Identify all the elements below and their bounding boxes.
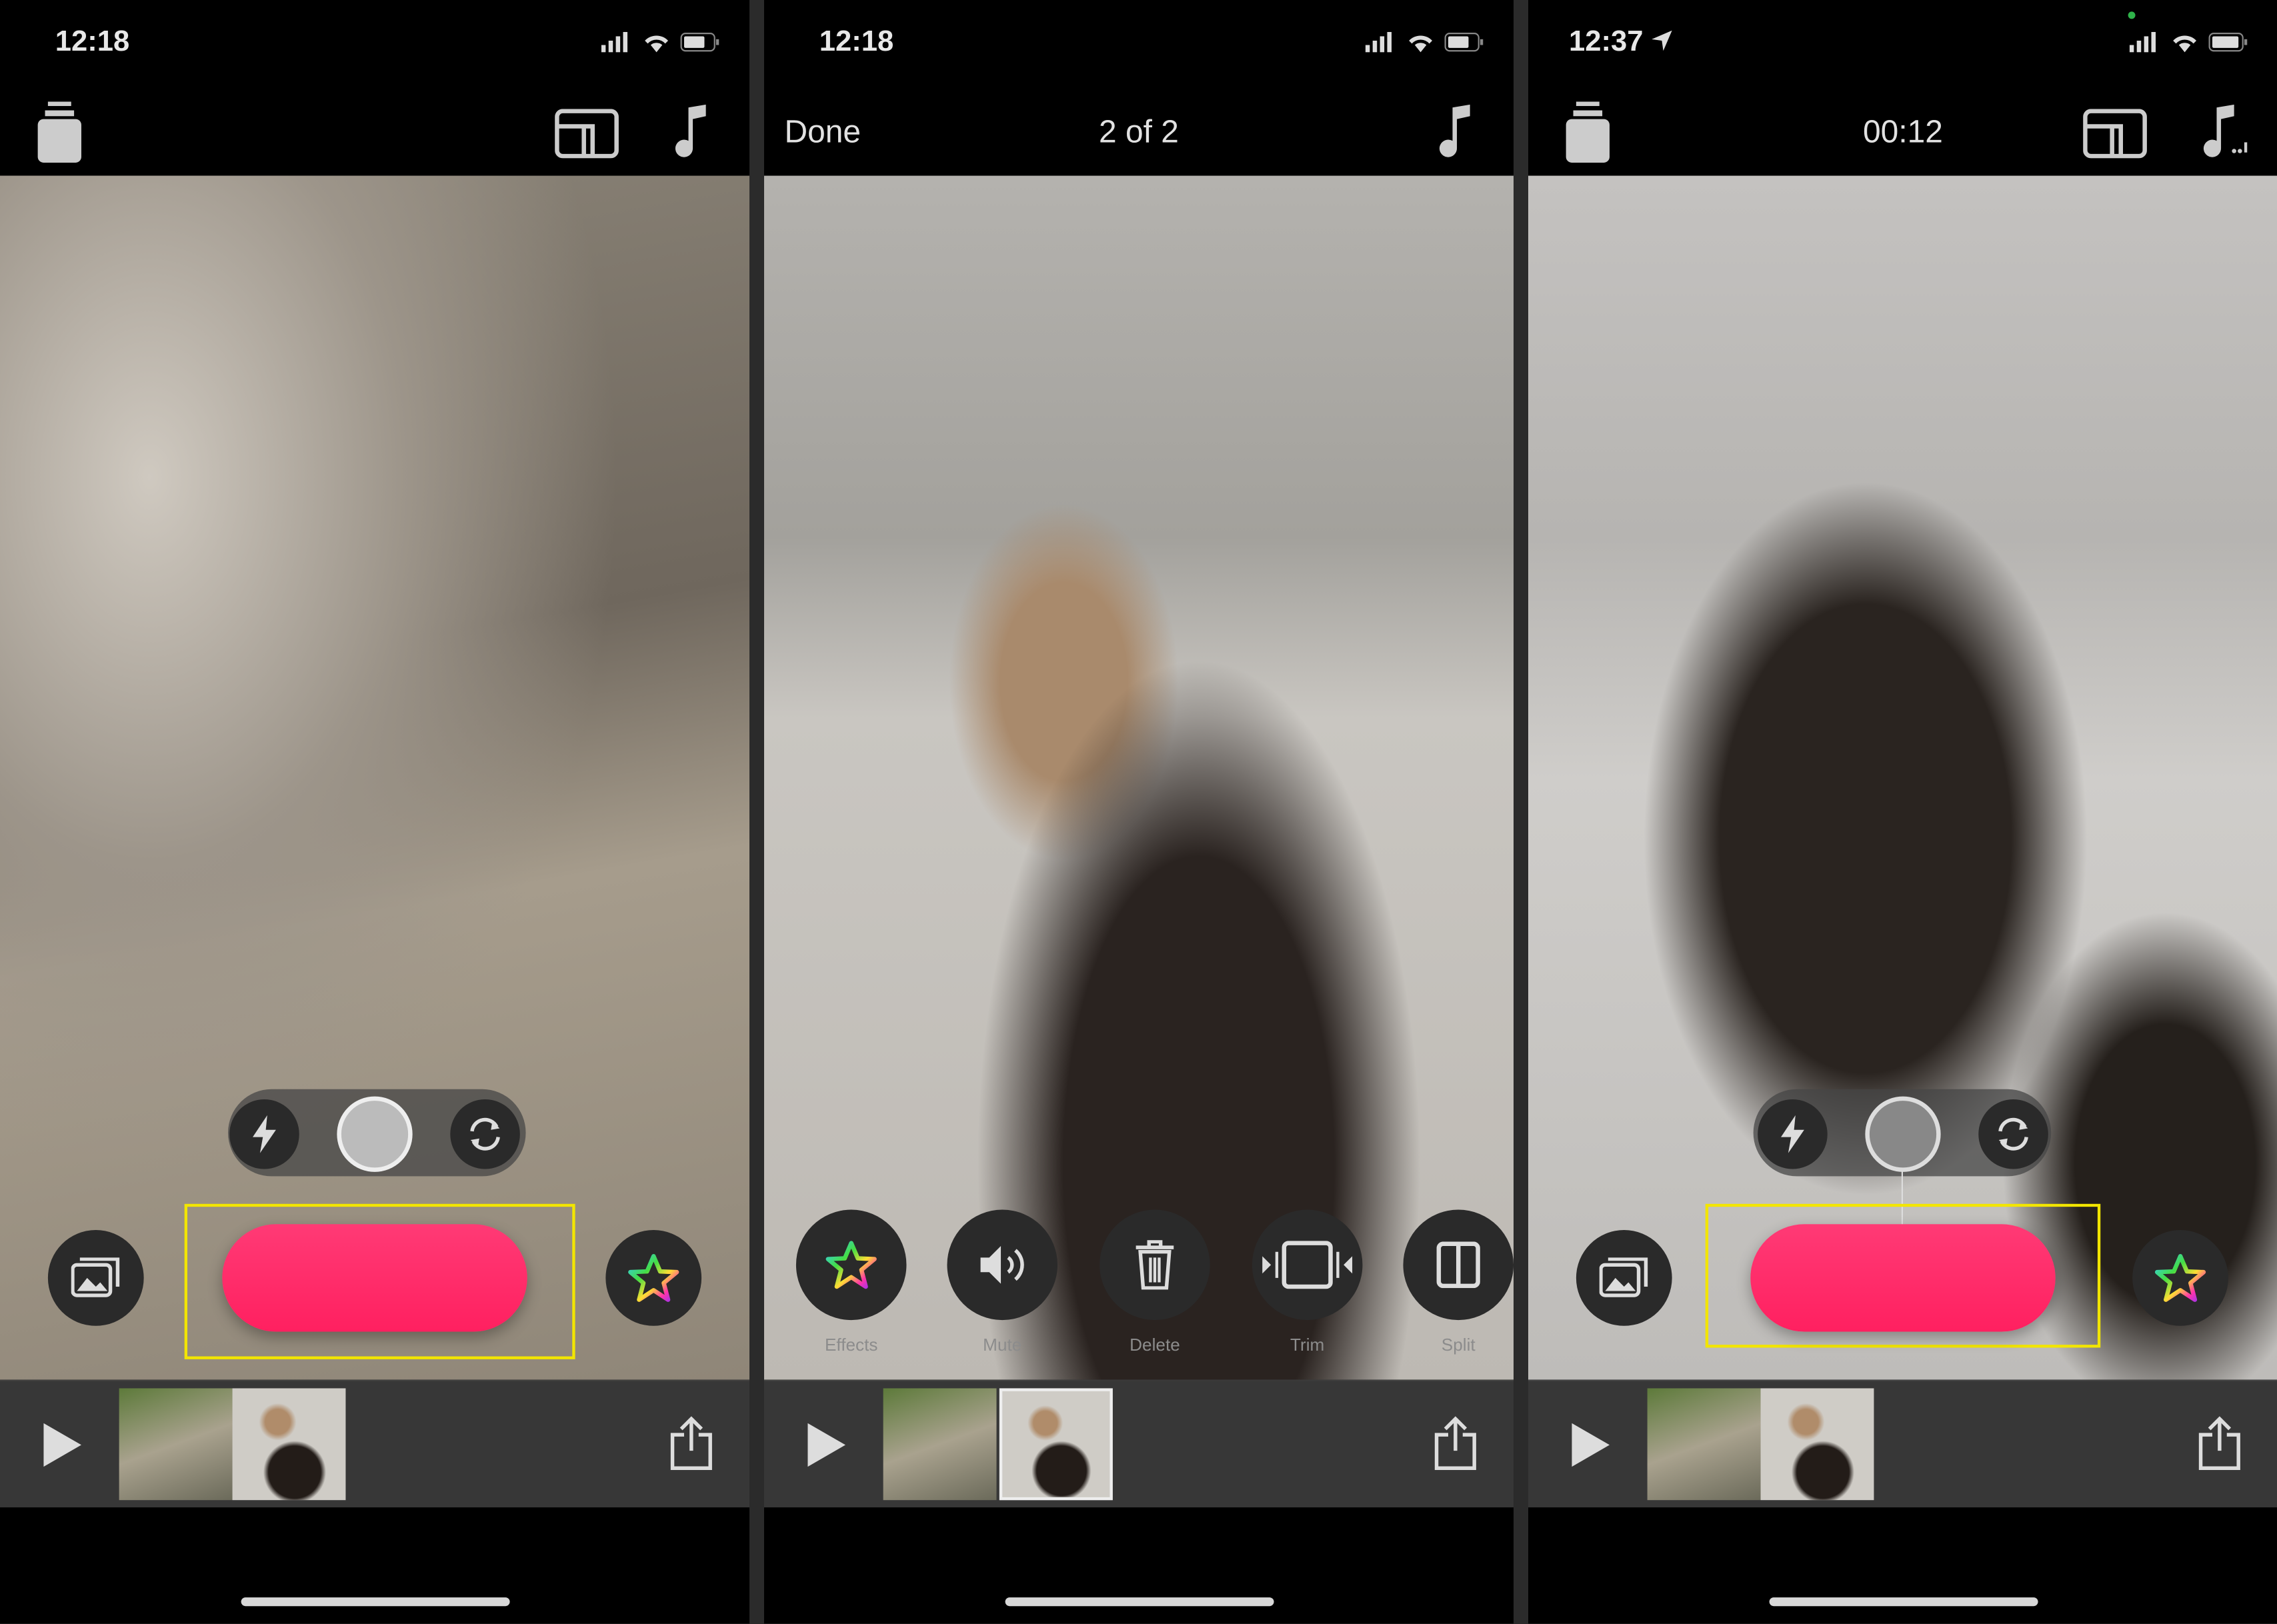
battery-icon	[1444, 33, 1484, 52]
battery-icon	[680, 33, 719, 52]
status-time: 12:18	[55, 26, 130, 59]
rotate-camera-icon	[470, 1117, 500, 1151]
split-icon	[1436, 1241, 1480, 1289]
signal-icon	[601, 31, 628, 53]
wifi-icon	[1409, 35, 1433, 53]
effects-button[interactable]	[2132, 1230, 2228, 1326]
timeline-strip	[1528, 1379, 2277, 1508]
music-button[interactable]	[1435, 104, 1473, 167]
home-indicator	[1005, 1597, 1274, 1607]
mute-action-button[interactable]	[947, 1209, 1058, 1321]
flip-camera-button[interactable]	[1978, 1099, 2048, 1169]
flash-button[interactable]	[229, 1099, 299, 1169]
clip-counter: 2 of 2	[1099, 113, 1179, 150]
jar-icon	[37, 101, 81, 163]
share-icon	[2198, 1416, 2240, 1470]
play-icon	[807, 1423, 845, 1467]
effects-button[interactable]	[605, 1230, 702, 1326]
location-arrow-icon	[1651, 30, 1672, 51]
clip-thumbnail-1[interactable]	[1647, 1388, 1761, 1501]
layout-button[interactable]	[555, 109, 619, 165]
wifi-icon	[645, 35, 669, 53]
flip-camera-button[interactable]	[450, 1099, 520, 1169]
trash-icon	[1135, 1240, 1174, 1290]
jar-icon	[1566, 101, 1610, 163]
share-button[interactable]	[668, 1416, 715, 1479]
layout-icon	[2083, 109, 2147, 159]
status-time-text: 12:37	[1568, 26, 1644, 59]
play-button[interactable]	[43, 1423, 81, 1474]
split-label: Split	[1441, 1334, 1476, 1355]
camera-screen-1: 12:18	[0, 0, 750, 1624]
share-button[interactable]	[1432, 1416, 1479, 1479]
camera-in-use-indicator	[2128, 11, 2136, 19]
projects-jar-button[interactable]	[1563, 101, 1612, 169]
status-icons	[1365, 31, 1485, 53]
status-icons	[2129, 31, 2249, 53]
home-indicator	[1769, 1597, 2038, 1607]
photo-shutter-button[interactable]	[1865, 1096, 1941, 1172]
photo-library-button[interactable]	[47, 1230, 144, 1326]
clip-thumbnail-2[interactable]	[1760, 1388, 1874, 1501]
play-icon	[43, 1423, 81, 1467]
photos-icon	[1599, 1257, 1648, 1297]
signal-icon	[1365, 31, 1392, 53]
share-icon	[1434, 1416, 1476, 1470]
flash-button[interactable]	[1758, 1099, 1828, 1169]
battery-icon	[2208, 33, 2248, 52]
photo-shutter-button[interactable]	[337, 1096, 413, 1172]
status-time: 12:18	[819, 26, 894, 59]
clip-thumbnail-2-selected[interactable]	[999, 1388, 1113, 1501]
rotate-camera-icon	[1998, 1117, 2028, 1151]
camera-screen-recording: 12:37 00:12	[1528, 0, 2277, 1624]
clip-thumbnail-1[interactable]	[119, 1388, 233, 1501]
timeline-strip	[764, 1379, 1514, 1508]
music-button[interactable]	[671, 104, 709, 167]
clip-preview	[764, 175, 1514, 1381]
trim-action-button[interactable]	[1252, 1209, 1363, 1321]
trim-label: Trim	[1290, 1334, 1325, 1355]
lightning-icon	[1781, 1115, 1804, 1153]
share-icon	[670, 1416, 712, 1470]
play-icon	[1572, 1423, 1610, 1467]
speaker-icon	[980, 1245, 1024, 1284]
music-note-icon	[1439, 104, 1470, 157]
music-button[interactable]	[2199, 104, 2248, 167]
photo-library-button[interactable]	[1576, 1230, 1672, 1326]
trim-icon	[1262, 1241, 1353, 1289]
play-button[interactable]	[1572, 1423, 1610, 1474]
split-action-button[interactable]	[1403, 1209, 1514, 1321]
record-button[interactable]	[222, 1224, 527, 1332]
delete-label: Delete	[1129, 1334, 1180, 1355]
mute-label: Mute	[983, 1334, 1022, 1355]
projects-jar-button[interactable]	[35, 101, 84, 169]
music-note-icon	[2203, 104, 2248, 157]
layout-icon	[555, 109, 619, 159]
done-button[interactable]: Done	[784, 113, 861, 151]
effects-action-button[interactable]	[795, 1209, 907, 1321]
clip-thumbnail-1[interactable]	[883, 1388, 997, 1501]
home-indicator	[241, 1597, 510, 1607]
clip-thumbnail-2[interactable]	[232, 1388, 346, 1501]
status-icons	[601, 31, 721, 53]
delete-action-button[interactable]	[1099, 1209, 1210, 1321]
timeline-strip	[0, 1379, 750, 1508]
star-icon	[2154, 1253, 2206, 1302]
star-icon	[628, 1253, 679, 1302]
record-button[interactable]	[1750, 1224, 2056, 1332]
share-button[interactable]	[2196, 1416, 2243, 1479]
clip-edit-screen: 12:18 Done 2 of 2 Effects Mute Delete Tr…	[764, 0, 1514, 1624]
star-icon	[825, 1241, 877, 1289]
recording-timer: 00:12	[1863, 113, 1943, 150]
wifi-icon	[2173, 35, 2197, 53]
photos-icon	[71, 1257, 120, 1297]
layout-button[interactable]	[2083, 109, 2147, 165]
status-time: 12:37	[1569, 26, 1672, 59]
lightning-icon	[253, 1115, 276, 1153]
play-button[interactable]	[807, 1423, 845, 1474]
music-note-icon	[675, 104, 706, 157]
camera-viewfinder	[0, 175, 750, 1381]
signal-icon	[2129, 31, 2156, 53]
effects-label: Effects	[824, 1334, 878, 1355]
